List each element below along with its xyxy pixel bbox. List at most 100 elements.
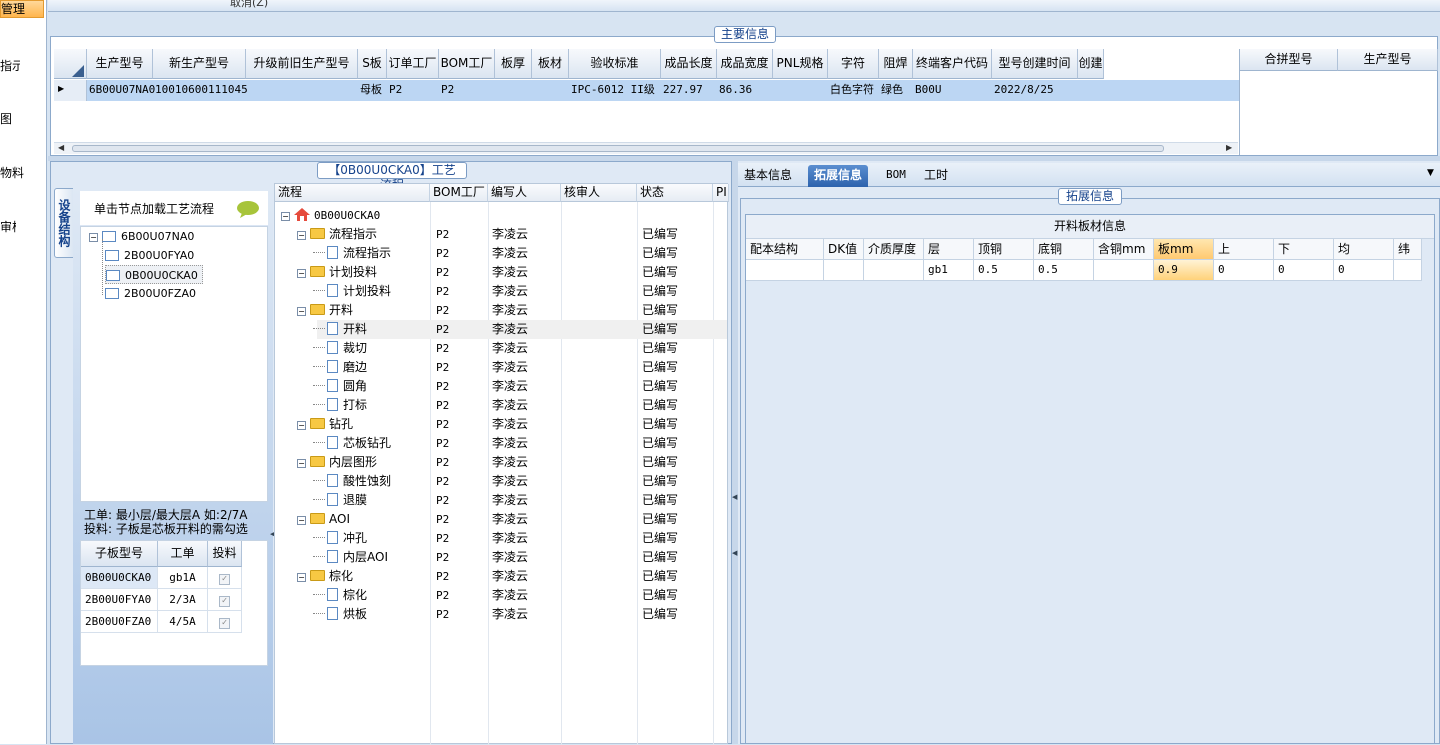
material-cell[interactable]: 0 [1214,260,1274,281]
material-cell[interactable]: 0.9 [1154,260,1214,281]
main-col-header[interactable]: 新生产型号 [153,49,246,79]
collapse-icon[interactable]: − [297,307,306,316]
flow-col-header[interactable]: 状态 [637,184,713,202]
main-col-header[interactable]: BOM工厂 [439,49,495,79]
main-cell[interactable]: IPC-6012 II级 [569,80,661,100]
row-indicator[interactable]: ▶ [54,80,87,101]
main-cell[interactable]: 白色字符 [828,80,879,100]
feed-checkbox[interactable]: ✓ [219,596,230,607]
flow-step-row[interactable]: 芯板钻孔 [313,434,391,453]
scroll-right-icon[interactable]: ▶ [1226,143,1232,152]
main-col-header[interactable]: 板厚 [495,49,532,79]
flow-group-row[interactable]: − 棕化 [297,567,353,586]
tab-bom[interactable]: BOM [880,165,912,187]
flow-col-header[interactable]: PI [713,184,729,202]
flow-step-row[interactable]: 烘板 [313,605,367,624]
scroll-left-icon[interactable]: ◀ [58,143,64,152]
feed-checkbox[interactable]: ✓ [219,618,230,629]
col-feed[interactable]: 投料 [208,541,242,567]
material-col-header[interactable]: 纬 [1394,239,1422,260]
cancel-button[interactable]: 取消(Z) [230,0,268,10]
flow-step-row[interactable]: 酸性蚀刻 [313,472,391,491]
main-cell[interactable]: 6B00U07NA0 [87,80,155,100]
material-col-header[interactable]: 下 [1274,239,1334,260]
main-cell[interactable]: 227.97 [661,80,717,100]
h-scrollbar-thumb[interactable] [72,145,1164,152]
flow-group-row[interactable]: − 内层图形 [297,453,377,472]
material-col-header[interactable]: 配本结构 [746,239,824,260]
main-col-header[interactable]: 终端客户代码 [913,49,992,79]
material-col-header[interactable]: DK值 [824,239,864,260]
material-col-header[interactable]: 含铜mm [1094,239,1154,260]
main-col-header[interactable]: 型号创建时间 [992,49,1078,79]
flow-group-row[interactable]: − 开料 [297,301,353,320]
material-cell[interactable]: gb1 [924,260,974,281]
sub-order-cell[interactable]: 2/3A [158,589,208,611]
collapse-icon[interactable]: − [297,231,306,240]
flow-step-row[interactable]: 磨边 [313,358,367,377]
nav-item-fig2[interactable]: 图2 [0,110,12,127]
flow-col-header[interactable]: 流程 [275,184,430,202]
material-col-header[interactable]: 顶铜 [974,239,1034,260]
collapse-icon[interactable]: − [297,459,306,468]
material-cell[interactable] [864,260,924,281]
material-col-header[interactable]: 层 [924,239,974,260]
main-col-header[interactable]: 板材 [532,49,569,79]
material-cell[interactable]: 0 [1334,260,1394,281]
device-structure-tab[interactable]: 设备结构 [54,188,74,258]
sub-order-cell[interactable]: gb1A [158,567,208,589]
main-cell[interactable] [246,80,358,100]
tree-root[interactable]: − 6B00U07NA0 [89,227,194,246]
feed-checkbox-cell[interactable]: ✓ [208,567,242,589]
flow-step-row[interactable]: 退膜 [313,491,367,510]
material-cell[interactable] [1394,260,1422,281]
collapse-icon[interactable]: − [281,212,290,221]
sub-order-cell[interactable]: 4/5A [158,611,208,633]
tree-child[interactable]: 2B00U0FYA0 [105,246,194,265]
flow-step-row[interactable]: 圆角 [313,377,367,396]
main-cell[interactable]: P2 [439,80,495,100]
nav-item-material[interactable]: 物料 [0,164,24,181]
flow-col-header[interactable]: 核审人 [561,184,637,202]
col-sub-model[interactable]: 子板型号 [81,541,158,567]
material-col-header[interactable]: 上 [1214,239,1274,260]
flow-step-row[interactable]: 裁切 [313,339,367,358]
main-col-header[interactable]: 验收标准 [569,49,661,79]
collapse-icon[interactable]: − [297,421,306,430]
material-cell[interactable] [824,260,864,281]
flow-group-row[interactable]: − 钻孔 [297,415,353,434]
material-cell[interactable]: 0.5 [1034,260,1094,281]
main-cell[interactable] [773,80,828,100]
material-col-header[interactable]: 均 [1334,239,1394,260]
h-scrollbar[interactable]: ◀ ▶ [54,142,1238,154]
material-cell[interactable]: 0 [1274,260,1334,281]
side-col-merge[interactable]: 合拼型号 [1239,49,1338,71]
main-col-header[interactable]: 阻焊 [879,49,913,79]
side-col-model[interactable]: 生产型号 [1338,49,1438,71]
flow-root[interactable]: − 0B00U0CKA0 [281,206,380,225]
tab-dropdown-icon[interactable]: ▼ [1427,168,1434,178]
main-cell[interactable]: 母板 [358,80,387,100]
main-col-header[interactable]: 字符 [828,49,879,79]
material-col-header[interactable]: 板mm [1154,239,1214,260]
material-col-header[interactable]: 底铜 [1034,239,1094,260]
flow-group-row[interactable]: − 计划投料 [297,263,377,282]
main-cell[interactable]: P2 [387,80,439,100]
nav-item-review[interactable]: 审核 [0,218,16,235]
flow-step-row[interactable]: 内层AOI [313,548,388,567]
collapse-icon[interactable]: − [297,516,306,525]
feed-checkbox-cell[interactable]: ✓ [208,589,242,611]
material-col-header[interactable]: 介质厚度 [864,239,924,260]
material-cell[interactable] [746,260,824,281]
flow-step-row[interactable]: 计划投料 [313,282,391,301]
tab-extended-info[interactable]: 拓展信息 [808,165,869,187]
main-cell[interactable]: 2022/8/25 [992,80,1078,100]
flow-step-row[interactable]: 开料 [313,320,367,339]
flow-step-row[interactable]: 棕化 [313,586,367,605]
sub-model-cell[interactable]: 0B00U0CKA0 [81,567,158,589]
main-col-header[interactable]: PNL规格 [773,49,828,79]
collapse-icon[interactable]: − [297,269,306,278]
material-cell[interactable]: 0.5 [974,260,1034,281]
feed-checkbox[interactable]: ✓ [219,574,230,585]
main-cell[interactable]: B00U [913,80,992,100]
